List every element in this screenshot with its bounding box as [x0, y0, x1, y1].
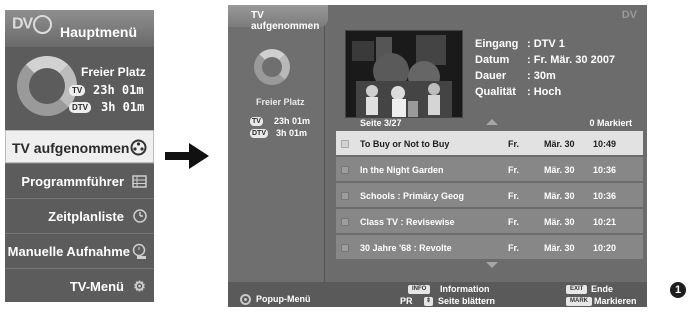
record-reel-icon: [130, 139, 147, 156]
tab-title: TV aufgenommen: [251, 10, 320, 32]
recorded-storage-sidebar: Freier Platz TV 23h 01m DTV 3h 01m: [228, 5, 325, 282]
mark-checkbox[interactable]: [341, 166, 349, 174]
page-scroll-label: Seite blättern: [438, 296, 496, 306]
dtv-remaining-time: 3h 01m: [276, 128, 308, 138]
page-scroll-icon: ⇕: [424, 297, 434, 306]
tv-badge: TV: [250, 117, 263, 126]
dtv-badge: DTV: [69, 102, 91, 113]
guide-grid-icon: [131, 173, 148, 190]
menu-item-program-guide[interactable]: Programmführer: [5, 165, 154, 198]
scroll-down-arrow-icon[interactable]: [486, 262, 498, 268]
tab-tv-recorded[interactable]: TV aufgenommen: [228, 5, 328, 32]
dv-logo: DV: [621, 9, 637, 21]
mark-checkbox[interactable]: [341, 244, 349, 252]
main-menu-title: Hauptmenü: [60, 24, 137, 40]
menu-item-label: TV aufgenommen: [12, 140, 130, 156]
list-item[interactable]: To Buy or Not to Buy Fr. Mär. 30 10:49: [336, 131, 643, 157]
dtv-badge: DTV: [250, 129, 268, 138]
storage-donut-icon: [254, 49, 290, 85]
recordings-list: To Buy or Not to Buy Fr. Mär. 30 10:49 I…: [336, 131, 643, 261]
free-space-label: Freier Platz: [256, 97, 305, 107]
info-duration: Dauer: 30m: [475, 70, 556, 82]
footer-help-bar: Popup-Menü INFO Information PR ⇕ Seite b…: [228, 282, 647, 307]
pr-label: PR: [400, 296, 413, 306]
list-item[interactable]: In the Night Garden Fr. Mär. 30 10:36: [336, 157, 643, 183]
free-space-label: Freier Platz: [81, 65, 146, 79]
mark-label: Markieren: [594, 296, 637, 306]
menu-item-tv-menu[interactable]: TV-Menü ⚙: [5, 270, 154, 303]
gear-icon: ⚙: [133, 278, 146, 294]
preview-thumbnail: [345, 30, 463, 118]
info-quality: Qualität: Hoch: [475, 86, 562, 98]
menu-item-schedule-list[interactable]: Zeitplanliste: [5, 200, 154, 233]
menu-item-label: Manuelle Aufnahme: [7, 244, 130, 259]
mark-checkbox[interactable]: [341, 192, 349, 200]
mark-button[interactable]: MARK: [566, 297, 592, 306]
mark-checkbox[interactable]: [341, 218, 349, 226]
dtv-remaining-time: 3h 01m: [101, 100, 145, 114]
menu-item-tv-recorded[interactable]: TV aufgenommen: [5, 130, 154, 163]
info-label: Information: [440, 284, 490, 294]
dv-logo: DV: [12, 15, 53, 34]
info-input: Eingang: DTV 1: [475, 38, 565, 50]
page-indicator-bar: Seite 3/27 0 Markiert: [340, 117, 640, 129]
main-menu-panel: DV Hauptmenü Freier Platz TV 23h 01m DTV…: [5, 10, 154, 302]
exit-label: Ende: [591, 284, 614, 294]
step-number-badge: 1: [670, 282, 686, 298]
info-date: Datum: Fr. Mär. 30 2007: [475, 54, 616, 66]
right-arrow-icon: [165, 143, 209, 169]
list-item[interactable]: Schools : Primär.y Geog Fr. Mär. 30 10:3…: [336, 183, 643, 209]
list-item[interactable]: Class TV : Revisewise Fr. Mär. 30 10:21: [336, 209, 643, 235]
main-menu-header: DV Hauptmenü: [5, 10, 154, 47]
recorded-tv-panel: Freier Platz TV 23h 01m DTV 3h 01m TV au…: [228, 5, 647, 307]
storage-donut-icon: [17, 56, 77, 116]
tv-remaining-time: 23h 01m: [93, 83, 144, 97]
mark-checkbox[interactable]: [341, 140, 349, 148]
recording-info: Eingang: DTV 1 Datum: Fr. Mär. 30 2007 D…: [469, 29, 639, 115]
list-item[interactable]: 30 Jahre '68 : Revolte Fr. Mär. 30 10:20: [336, 235, 643, 261]
menu-item-label: TV-Menü: [69, 279, 124, 294]
menu-item-label: Zeitplanliste: [48, 209, 124, 224]
marked-count: 0 Markiert: [589, 118, 632, 128]
menu-item-manual-recording[interactable]: Manuelle Aufnahme: [5, 235, 154, 268]
manual-record-icon: [131, 243, 148, 260]
tv-badge: TV: [69, 85, 86, 96]
menu-item-label: Programmführer: [21, 174, 124, 189]
scroll-up-arrow-icon[interactable]: [486, 119, 498, 125]
popup-menu-label: Popup-Menü: [256, 294, 311, 304]
popup-menu-icon: [240, 294, 251, 305]
tv-remaining-time: 23h 01m: [274, 116, 311, 126]
page-number: Seite 3/27: [360, 118, 402, 128]
exit-button[interactable]: EXIT: [566, 285, 588, 294]
clock-icon: [131, 208, 148, 225]
info-button[interactable]: INFO: [408, 285, 431, 294]
